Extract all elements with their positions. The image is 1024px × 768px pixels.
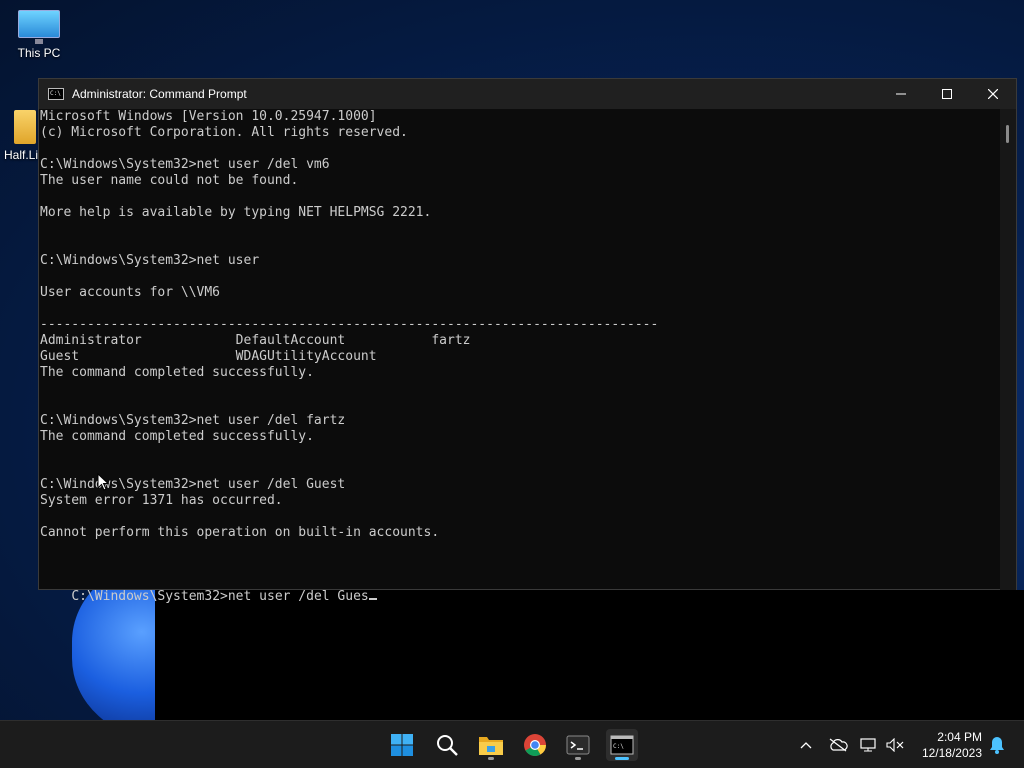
console-line: Cannot perform this operation on built-i…	[40, 525, 440, 540]
console-line: Administrator DefaultAccount fartz	[40, 333, 471, 348]
window-title: Administrator: Command Prompt	[72, 87, 247, 101]
search-button[interactable]	[431, 729, 463, 761]
clock[interactable]: 2:04 PM 12/18/2023	[910, 729, 982, 761]
start-icon	[391, 734, 413, 756]
console-line: User accounts for \\VM6	[40, 285, 221, 300]
running-indicator	[488, 757, 494, 760]
console-line: System error 1371 has occurred.	[40, 493, 283, 508]
console-line: More help is available by typing NET HEL…	[40, 205, 432, 220]
terminal-icon	[566, 735, 590, 755]
desktop-icon-label: This PC	[17, 46, 61, 60]
console-line: C:\Windows\System32>net user /del fartz	[40, 413, 346, 428]
file-explorer-icon	[479, 737, 503, 755]
monitor-icon	[18, 10, 60, 44]
maximize-icon	[942, 89, 952, 99]
chrome-button[interactable]	[519, 729, 551, 761]
notifications-button[interactable]	[986, 721, 1008, 768]
console-line: (c) Microsoft Corporation. All rights re…	[40, 125, 408, 140]
minimize-button[interactable]	[878, 79, 924, 109]
console-line: C:\Windows\System32>net user /del Guest	[40, 477, 346, 492]
search-icon	[437, 735, 458, 756]
console-line: C:\Windows\System32>net user	[40, 253, 260, 268]
running-indicator	[575, 757, 581, 760]
console-line: The command completed successfully.	[40, 365, 314, 380]
active-indicator	[615, 757, 629, 760]
desktop-icon-label: Half.Li	[4, 148, 39, 162]
mouse-pointer-icon	[97, 472, 110, 495]
prompt-text: C:\Windows\System32>	[71, 589, 228, 604]
title-bar[interactable]: C:\ Administrator: Command Prompt	[39, 79, 1016, 109]
volume-tray-button[interactable]	[884, 721, 906, 768]
chevron-up-icon	[800, 742, 812, 749]
vertical-scrollbar[interactable]	[1000, 109, 1016, 590]
console-line: Guest WDAGUtilityAccount	[40, 349, 377, 364]
desktop-icon-this-pc[interactable]: This PC	[4, 10, 74, 60]
start-button[interactable]	[386, 729, 418, 761]
console-output[interactable]: Microsoft Windows [Version 10.0.25947.10…	[39, 109, 1002, 590]
console-input-line[interactable]: C:\Windows\System32>net user /del Gues	[40, 573, 377, 604]
maximize-button[interactable]	[924, 79, 970, 109]
taskbar: C:\ 2:04 PM 12/18/2023	[0, 720, 1024, 768]
cmd-icon: C:\	[48, 88, 64, 100]
bell-icon	[990, 737, 1004, 754]
volume-muted-icon	[886, 738, 904, 752]
file-explorer-button[interactable]	[475, 729, 507, 761]
cloud-offline-icon	[829, 738, 848, 752]
text-cursor	[368, 598, 377, 600]
onedrive-tray-button[interactable]	[826, 721, 850, 768]
console-line: ----------------------------------------…	[40, 317, 659, 332]
console-line: Microsoft Windows [Version 10.0.25947.10…	[40, 109, 377, 124]
command-prompt-button[interactable]: C:\	[606, 729, 638, 761]
clock-date: 12/18/2023	[921, 746, 982, 760]
close-button[interactable]	[970, 79, 1016, 109]
command-prompt-icon: C:\	[610, 735, 634, 755]
chrome-icon	[524, 734, 546, 756]
console-line: The command completed successfully.	[40, 429, 314, 444]
console-line: C:\Windows\System32>net user /del vm6	[40, 157, 330, 172]
svg-text:C:\: C:\	[613, 743, 624, 750]
current-input[interactable]: net user /del Gues	[228, 589, 369, 604]
minimize-icon	[896, 93, 906, 95]
network-tray-button[interactable]	[858, 721, 880, 768]
clock-time: 2:04 PM	[937, 730, 982, 744]
console-line: The user name could not be found.	[40, 173, 299, 188]
terminal-button[interactable]	[562, 729, 594, 761]
command-prompt-window[interactable]: C:\ Administrator: Command Prompt Micros…	[38, 78, 1017, 604]
show-hidden-icons-button[interactable]	[796, 721, 816, 768]
network-icon	[860, 738, 876, 752]
shortcut-icon	[14, 110, 36, 144]
scrollbar-thumb[interactable]	[1006, 125, 1009, 143]
wallpaper-dark-area	[155, 590, 1024, 720]
close-icon	[988, 89, 998, 99]
